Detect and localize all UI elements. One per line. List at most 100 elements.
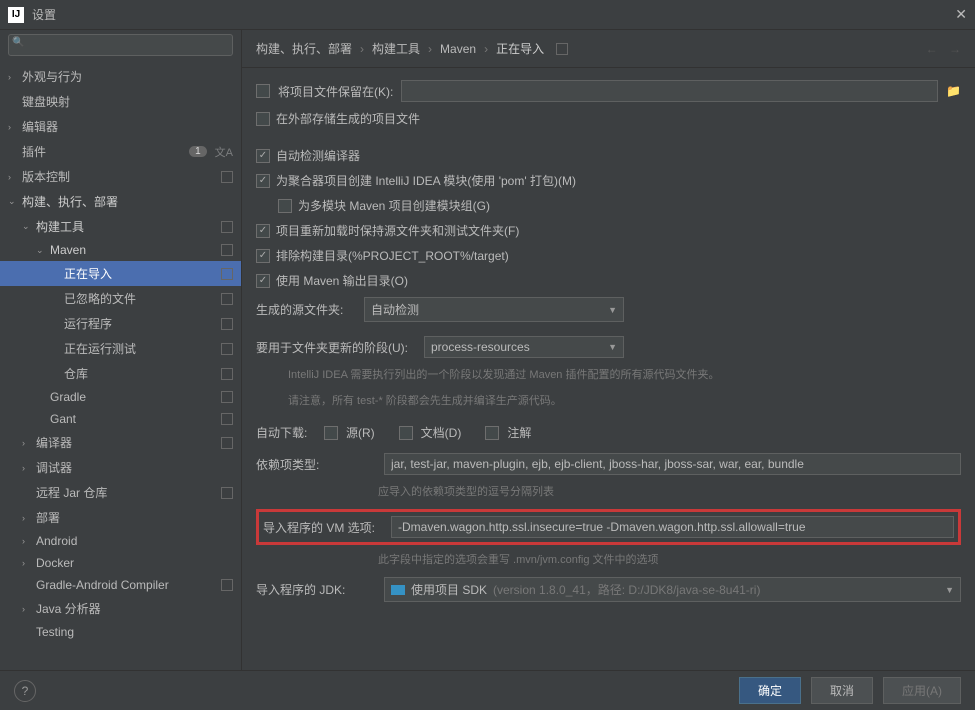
multimodule-checkbox[interactable] — [278, 199, 292, 213]
sidebar-item-label: Testing — [36, 625, 233, 639]
close-icon[interactable]: ✕ — [955, 6, 967, 23]
sidebar-item[interactable]: 键盘映射 — [0, 89, 241, 114]
sidebar-item-label: 编辑器 — [22, 118, 233, 135]
breadcrumb-item: 正在导入 — [496, 40, 544, 57]
sidebar-item[interactable]: ›Docker — [0, 552, 241, 574]
sidebar-item[interactable]: ⌄Maven — [0, 239, 241, 261]
keep-files-label: 将项目文件保留在(K): — [278, 83, 393, 100]
sidebar-item[interactable]: Testing — [0, 621, 241, 643]
phase-select[interactable]: process-resources ▼ — [424, 336, 624, 358]
sidebar-item[interactable]: Gradle — [0, 386, 241, 408]
generated-sources-label: 生成的源文件夹: — [256, 301, 356, 318]
folder-icon[interactable]: 📁 — [946, 84, 961, 98]
aggregator-checkbox[interactable] — [256, 174, 270, 188]
sidebar-item[interactable]: Gant — [0, 408, 241, 430]
chevron-icon: › — [22, 536, 36, 546]
chevron-down-icon: ▼ — [608, 342, 617, 352]
generated-sources-value: 自动检测 — [371, 301, 419, 318]
sidebar-item[interactable]: ›编译器 — [0, 430, 241, 455]
use-output-checkbox[interactable] — [256, 274, 270, 288]
dep-types-label: 依赖项类型: — [256, 456, 376, 473]
ok-button[interactable]: 确定 — [739, 677, 801, 704]
chevron-down-icon: ▼ — [945, 585, 954, 595]
breadcrumb-item[interactable]: 构建工具 — [372, 40, 420, 57]
exclude-build-checkbox[interactable] — [256, 249, 270, 263]
sidebar-item[interactable]: 运行程序 — [0, 311, 241, 336]
vm-options-label: 导入程序的 VM 选项: — [263, 519, 383, 536]
scope-icon — [221, 368, 233, 380]
help-button[interactable]: ? — [14, 680, 36, 702]
vm-options-highlight: 导入程序的 VM 选项: — [256, 509, 961, 545]
sidebar-item[interactable]: ›Java 分析器 — [0, 596, 241, 621]
download-annotations-checkbox[interactable] — [485, 426, 499, 440]
sidebar-item[interactable]: 插件1文A — [0, 139, 241, 164]
sidebar-item[interactable]: ›调试器 — [0, 455, 241, 480]
sidebar-item[interactable]: 正在运行测试 — [0, 336, 241, 361]
scope-icon — [221, 579, 233, 591]
scope-icon — [221, 487, 233, 499]
sidebar-item[interactable]: ›外观与行为 — [0, 64, 241, 89]
sidebar-item[interactable]: ⌄构建工具 — [0, 214, 241, 239]
chevron-icon: › — [22, 604, 36, 614]
sidebar-item[interactable]: ›Android — [0, 530, 241, 552]
sidebar-item[interactable]: ›编辑器 — [0, 114, 241, 139]
breadcrumb-item[interactable]: 构建、执行、部署 — [256, 40, 352, 57]
forward-icon[interactable]: → — [949, 42, 961, 56]
window-title: 设置 — [32, 6, 955, 23]
download-sources-checkbox[interactable] — [324, 426, 338, 440]
lang-icon: 文A — [215, 144, 233, 160]
breadcrumb-item[interactable]: Maven — [440, 42, 476, 56]
auto-detect-compiler-label: 自动检测编译器 — [276, 147, 360, 164]
breadcrumb: 构建、执行、部署 › 构建工具 › Maven › 正在导入 ← → — [242, 30, 975, 68]
scope-icon — [221, 293, 233, 305]
apply-button[interactable]: 应用(A) — [883, 677, 961, 704]
keep-sources-checkbox[interactable] — [256, 224, 270, 238]
sidebar-item[interactable]: ⌄构建、执行、部署 — [0, 189, 241, 214]
keep-files-checkbox[interactable] — [256, 84, 270, 98]
chevron-icon: › — [8, 122, 22, 132]
keep-files-input[interactable] — [401, 80, 938, 102]
sidebar: ›外观与行为键盘映射›编辑器插件1文A›版本控制⌄构建、执行、部署⌄构建工具⌄M… — [0, 30, 242, 670]
sidebar-item-label: Docker — [36, 556, 233, 570]
sidebar-item[interactable]: 已忽略的文件 — [0, 286, 241, 311]
scope-icon — [221, 343, 233, 355]
dep-types-input[interactable] — [384, 453, 961, 475]
search-input[interactable] — [8, 34, 233, 56]
use-output-label: 使用 Maven 输出目录(O) — [276, 272, 408, 289]
phase-hint2: 请注意，所有 test-* 阶段都会先生成并编译生产源代码。 — [288, 392, 961, 408]
cancel-button[interactable]: 取消 — [811, 677, 873, 704]
vm-options-input[interactable] — [391, 516, 954, 538]
jdk-select[interactable]: 使用项目 SDK (version 1.8.0_41，路径: D:/JDK8/j… — [384, 577, 961, 602]
chevron-icon: › — [8, 172, 22, 182]
sidebar-item[interactable]: ›部署 — [0, 505, 241, 530]
sidebar-item-label: Maven — [50, 243, 217, 257]
sidebar-item[interactable]: 远程 Jar 仓库 — [0, 480, 241, 505]
sidebar-item[interactable]: 正在导入 — [0, 261, 241, 286]
sidebar-item-label: 外观与行为 — [22, 68, 233, 85]
scope-icon — [221, 413, 233, 425]
keep-sources-label: 项目重新加载时保持源文件夹和测试文件夹(F) — [276, 222, 519, 239]
download-docs-checkbox[interactable] — [399, 426, 413, 440]
auto-detect-compiler-checkbox[interactable] — [256, 149, 270, 163]
scope-icon — [221, 221, 233, 233]
sidebar-item[interactable]: ›版本控制 — [0, 164, 241, 189]
main-panel: 构建、执行、部署 › 构建工具 › Maven › 正在导入 ← → 将项目文件… — [242, 30, 975, 670]
titlebar: IJ 设置 ✕ — [0, 0, 975, 30]
sidebar-item[interactable]: 仓库 — [0, 361, 241, 386]
sidebar-item-label: 运行程序 — [64, 315, 217, 332]
sidebar-item-label: Gradle-Android Compiler — [36, 578, 217, 592]
external-storage-checkbox[interactable] — [256, 112, 270, 126]
generated-sources-select[interactable]: 自动检测 ▼ — [364, 297, 624, 322]
jdk-detail: (version 1.8.0_41，路径: D:/JDK8/java-se-8u… — [493, 581, 760, 598]
aggregator-label: 为聚合器项目创建 IntelliJ IDEA 模块(使用 'pom' 打包)(M… — [276, 172, 576, 189]
jdk-name: 使用项目 SDK — [411, 581, 487, 598]
chevron-icon: ⌄ — [8, 196, 22, 207]
breadcrumb-nav: ← → — [918, 42, 961, 56]
dep-types-hint: 应导入的依赖项类型的逗号分隔列表 — [378, 483, 961, 499]
sidebar-item-label: 部署 — [36, 509, 233, 526]
download-sources-label: 源(R) — [346, 424, 375, 441]
sidebar-item-label: 键盘映射 — [22, 93, 233, 110]
sidebar-item[interactable]: Gradle-Android Compiler — [0, 574, 241, 596]
multimodule-label: 为多模块 Maven 项目创建模块组(G) — [298, 197, 490, 214]
back-icon[interactable]: ← — [926, 42, 938, 56]
